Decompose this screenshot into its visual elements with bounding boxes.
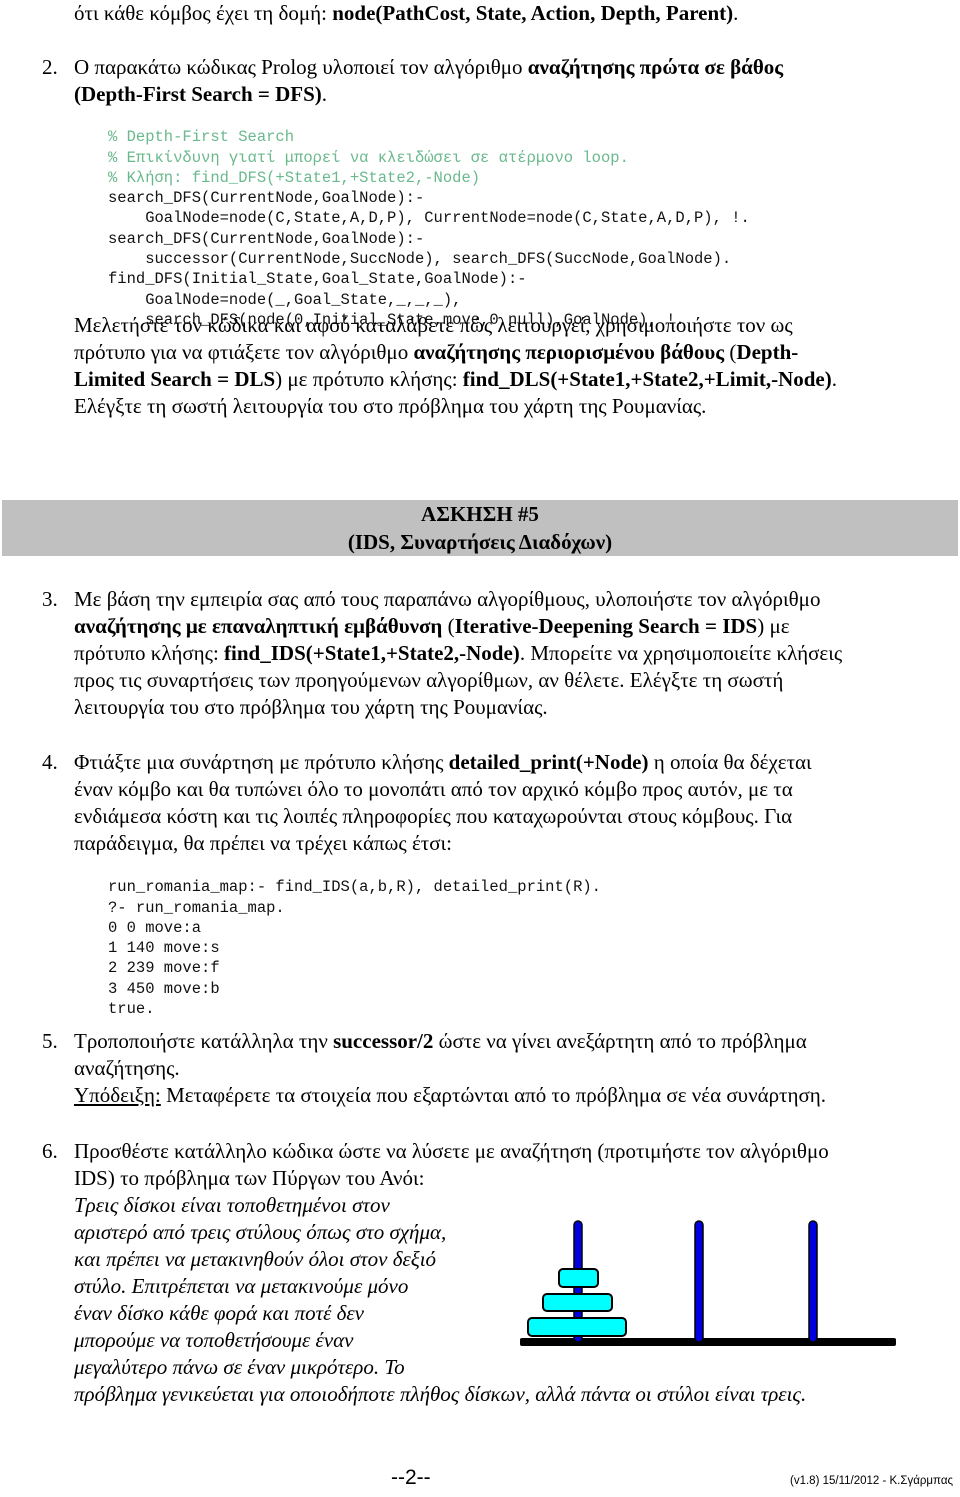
page-number: --2-- (391, 1466, 431, 1489)
hanoi-peg-middle (694, 1220, 704, 1343)
hanoi-disk-small (558, 1268, 599, 1288)
hanoi-peg-right (808, 1220, 818, 1343)
hanoi-disk-large (527, 1317, 627, 1337)
hanoi-figure (520, 1220, 896, 1346)
hanoi-disk-medium (542, 1293, 613, 1312)
version-info: (v1.8) 15/11/2012 - Κ.Σγάρμπας (790, 1475, 954, 1487)
